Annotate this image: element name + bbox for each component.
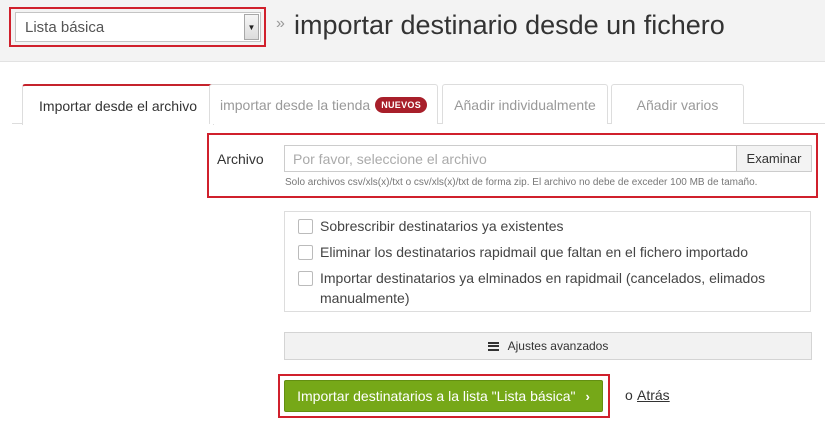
file-placeholder: Por favor, seleccione el archivo	[293, 150, 487, 167]
list-select[interactable]: Lista básica ▼	[15, 12, 261, 42]
checkbox-overwrite[interactable]	[298, 219, 313, 234]
browse-button[interactable]: Examinar	[736, 145, 812, 172]
file-help-text: Solo archivos csv/xls(x)/txt o csv/xls(x…	[285, 177, 758, 188]
checkbox-delete-missing[interactable]	[298, 245, 313, 260]
tab-label: Importar desde el archivo	[39, 97, 197, 114]
tab-import-file[interactable]: Importar desde el archivo	[22, 84, 214, 125]
menu-icon	[487, 341, 499, 351]
tab-import-shop[interactable]: importar desde la tienda NUEVOS	[209, 84, 438, 124]
submit-label: Importar destinatarios a la lista "Lista…	[297, 388, 576, 404]
list-select-value: Lista básica	[25, 18, 105, 36]
file-label: Archivo	[217, 151, 264, 167]
dropdown-arrow-icon[interactable]: ▼	[244, 14, 259, 40]
new-badge: NUEVOS	[375, 96, 427, 113]
file-input[interactable]: Por favor, seleccione el archivo	[284, 145, 737, 172]
chevron-right-icon: ›	[585, 388, 590, 404]
import-submit-button[interactable]: Importar destinatarios a la lista "Lista…	[284, 380, 603, 412]
page-header: Lista básica ▼ » importar destinario des…	[0, 0, 825, 62]
tab-add-individually[interactable]: Añadir individualmente	[442, 84, 608, 124]
tab-label: Añadir individualmente	[454, 96, 596, 113]
tab-label: importar desde la tienda	[219, 96, 371, 113]
advanced-settings-label: Ajustes avanzados	[507, 339, 609, 353]
tab-label: Añadir varios	[636, 96, 719, 113]
back-link[interactable]: Atrás	[637, 387, 670, 403]
checkbox-import-deleted[interactable]	[298, 271, 313, 286]
import-tabs: Importar desde el archivo importar desde…	[12, 84, 825, 125]
import-options: Sobrescribir destinatarios ya existentes…	[284, 211, 811, 312]
option-label-continued: manualmente)	[320, 290, 410, 306]
option-label: Importar destinatarios ya elminados en r…	[320, 270, 766, 286]
advanced-settings-button[interactable]: Ajustes avanzados	[284, 332, 812, 360]
breadcrumb-separator: »	[276, 15, 285, 32]
tab-add-several[interactable]: Añadir varios	[611, 84, 744, 124]
or-text: o	[625, 387, 633, 403]
option-label: Sobrescribir destinatarios ya existentes	[320, 218, 564, 234]
page-title: importar destinario desde un fichero	[294, 10, 725, 40]
option-label: Eliminar los destinatarios rapidmail que…	[320, 244, 748, 260]
